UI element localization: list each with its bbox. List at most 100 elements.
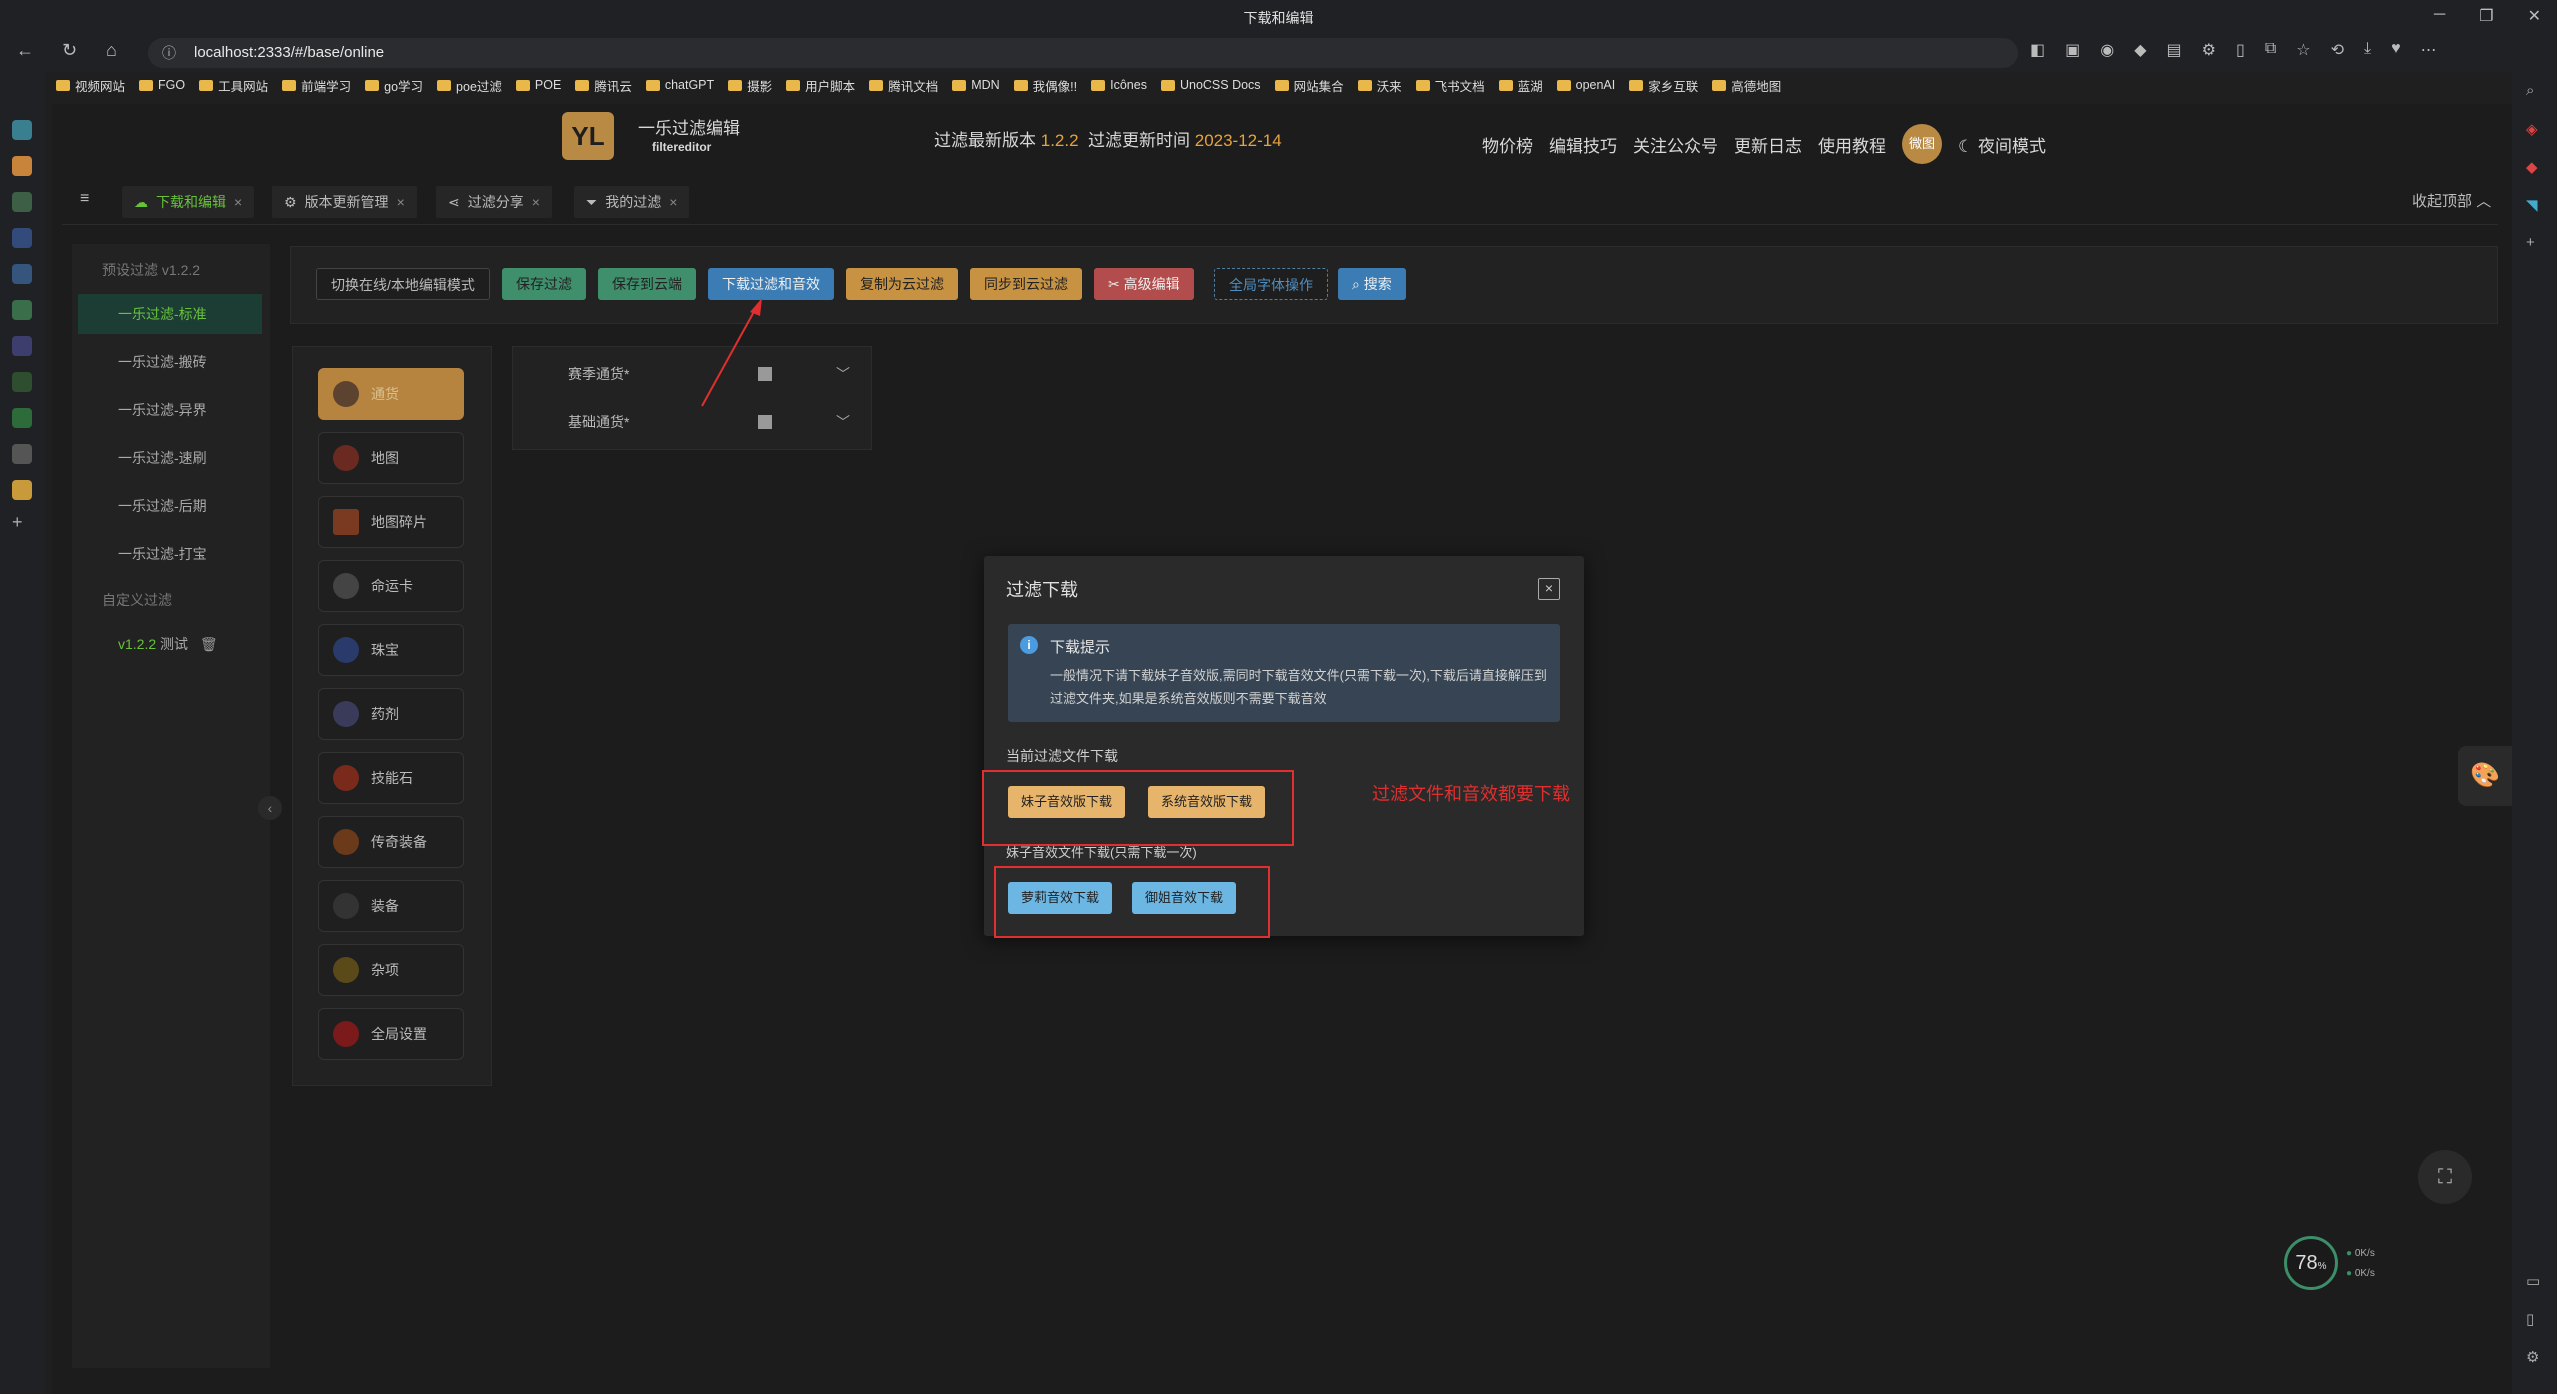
restore-icon[interactable]: ❐ — [2479, 6, 2493, 26]
settings-icon[interactable]: ⚙ — [2526, 1348, 2539, 1366]
category-global-settings[interactable]: 全局设置 — [318, 1008, 464, 1060]
tab-favicon-icon[interactable] — [12, 444, 32, 464]
extension-icon[interactable]: ◉ — [2100, 40, 2114, 60]
bookmark-item[interactable]: 腾讯云 — [575, 76, 632, 95]
sidebar-app-icon[interactable]: ◥ — [2526, 196, 2538, 214]
girl-sound-download-button[interactable]: 妹子音效版下载 — [1008, 786, 1126, 818]
nav-tutorial[interactable]: 使用教程 — [1818, 132, 1886, 157]
tab-favicon-icon[interactable] — [12, 192, 32, 212]
category-currency[interactable]: 通货 — [318, 368, 464, 420]
category-divination-card[interactable]: 命运卡 — [318, 560, 464, 612]
bookmark-item[interactable]: 高德地图 — [1712, 76, 1781, 95]
bookmark-item[interactable]: 沃来 — [1357, 76, 1402, 95]
bookmark-item[interactable]: Icônes — [1091, 78, 1147, 92]
custom-filter-item[interactable]: v1.2.2 测试 🗑 — [118, 634, 218, 654]
sidebar-item-otherworld[interactable]: 一乐过滤-异界 — [78, 390, 262, 430]
tab-favicon-icon[interactable] — [12, 228, 32, 248]
night-mode-toggle[interactable]: ☾ 夜间模式 — [1958, 132, 2046, 157]
nav-price-list[interactable]: 物价榜 — [1482, 132, 1533, 157]
new-tab-icon[interactable]: + — [12, 512, 32, 532]
category-jewel[interactable]: 珠宝 — [318, 624, 464, 676]
tab-favicon-icon[interactable] — [12, 480, 32, 500]
sidebar-app-icon[interactable]: ◈ — [2526, 120, 2538, 138]
system-sound-download-button[interactable]: 系统音效版下载 — [1148, 786, 1266, 818]
tab-favicon-icon[interactable] — [12, 336, 32, 356]
fullscreen-icon[interactable]: ⛶ — [2418, 1150, 2472, 1204]
extension-icon[interactable]: ▣ — [2065, 40, 2080, 60]
info-icon[interactable]: ⓘ — [162, 43, 176, 63]
tab-favicon-icon[interactable] — [12, 120, 32, 140]
nav-edit-tips[interactable]: 编辑技巧 — [1549, 132, 1617, 157]
close-icon[interactable]: × — [397, 194, 405, 210]
history-icon[interactable]: ⟲ — [2331, 40, 2344, 60]
subcategory-basic-currency[interactable]: 基础通货* — [568, 412, 629, 432]
bookmark-item[interactable]: 视频网站 — [56, 76, 125, 95]
category-map[interactable]: 地图 — [318, 432, 464, 484]
sister-sound-download-button[interactable]: 御姐音效下载 — [1132, 882, 1237, 914]
close-icon[interactable]: × — [532, 194, 540, 210]
tab-favicon-icon[interactable] — [12, 408, 32, 428]
sidebar-item-speed[interactable]: 一乐过滤-速刷 — [78, 438, 262, 478]
bookmark-item[interactable]: 腾讯文档 — [869, 76, 938, 95]
bookmark-item[interactable]: MDN — [952, 78, 1000, 92]
bookmark-item[interactable]: 用户脚本 — [786, 76, 855, 95]
switch-mode-button[interactable]: 切换在线/本地编辑模式 — [316, 268, 490, 300]
category-flask[interactable]: 药剂 — [318, 688, 464, 740]
extension-icon[interactable]: ◧ — [2030, 40, 2045, 60]
close-icon[interactable]: × — [1538, 578, 1560, 600]
advanced-edit-button[interactable]: ✂ 高级编辑 — [1094, 268, 1194, 300]
nav-follow-account[interactable]: 关注公众号 — [1633, 132, 1718, 157]
chevron-down-icon[interactable]: ﹀ — [836, 364, 850, 384]
bookmark-item[interactable]: 家乡互联 — [1629, 76, 1698, 95]
sidebar-item-loot[interactable]: 一乐过滤-打宝 — [78, 534, 262, 574]
address-field[interactable]: ⓘ localhost:2333/#/base/online — [148, 38, 2018, 68]
copy-cloud-button[interactable]: 复制为云过滤 — [846, 268, 958, 300]
bookmark-item[interactable]: chatGPT — [645, 78, 714, 92]
home-icon[interactable]: ⌂ — [106, 40, 117, 61]
tab-download-edit[interactable]: ☁ 下载和编辑 × — [122, 186, 255, 218]
search-icon[interactable]: ⌕ — [2526, 82, 2534, 99]
favorites-icon[interactable]: ☆ — [2296, 40, 2310, 60]
close-window-icon[interactable]: ✕ — [2528, 6, 2541, 26]
add-icon[interactable]: + — [2526, 234, 2535, 251]
tab-favicon-icon[interactable] — [12, 372, 32, 392]
more-icon[interactable]: ⋯ — [2421, 40, 2437, 60]
extension-icon[interactable]: ♥ — [2391, 40, 2401, 60]
subcategory-season-currency[interactable]: 赛季通货* — [568, 364, 629, 384]
font-ops-button[interactable]: 全局字体操作 — [1214, 268, 1328, 300]
tab-version-manage[interactable]: ⚙ 版本更新管理 × — [272, 186, 417, 218]
tab-filter-share[interactable]: ⋖ 过滤分享 × — [436, 186, 552, 218]
category-unique[interactable]: 传奇装备 — [318, 816, 464, 868]
collapse-top-button[interactable]: 收起顶部 ︿ — [2412, 190, 2491, 211]
sidebar-item-standard[interactable]: 一乐过滤-标准 — [78, 294, 262, 334]
tab-favicon-icon[interactable] — [12, 264, 32, 284]
minimize-icon[interactable]: ─ — [2434, 6, 2445, 26]
download-icon[interactable]: ⤓ — [2364, 40, 2371, 60]
bookmark-item[interactable]: openAI — [1556, 78, 1615, 92]
tab-favicon-icon[interactable] — [12, 156, 32, 176]
bookmark-item[interactable]: POE — [515, 78, 561, 92]
category-misc[interactable]: 杂项 — [318, 944, 464, 996]
chevron-down-icon[interactable]: ﹀ — [836, 412, 850, 432]
performance-meter[interactable]: 78% — [2284, 1236, 2338, 1290]
bookmark-item[interactable]: 工具网站 — [199, 76, 268, 95]
save-cloud-button[interactable]: 保存到云端 — [598, 268, 696, 300]
reload-icon[interactable]: ↻ — [62, 40, 77, 61]
category-gem[interactable]: 技能石 — [318, 752, 464, 804]
sidebar-app-icon[interactable]: ◆ — [2526, 158, 2538, 176]
url-text[interactable]: localhost:2333/#/base/online — [194, 44, 384, 61]
panel-icon[interactable]: ▯ — [2526, 1310, 2534, 1328]
extension-icon[interactable]: ⚙ — [2202, 40, 2216, 60]
list-icon[interactable] — [758, 415, 772, 429]
close-icon[interactable]: × — [234, 194, 242, 210]
extension-icon[interactable]: ◆ — [2134, 40, 2146, 60]
extension-icon[interactable]: ▯ — [2236, 40, 2245, 60]
extension-icon[interactable]: ▤ — [2167, 40, 2182, 60]
hamburger-icon[interactable]: ≡ — [80, 190, 89, 208]
bookmark-item[interactable]: go学习 — [365, 76, 423, 95]
tab-my-filter[interactable]: ⏷ 我的过滤 × — [574, 186, 690, 218]
bookmark-item[interactable]: 蓝湖 — [1498, 76, 1543, 95]
trash-icon[interactable]: 🗑 — [200, 636, 218, 652]
nav-changelog[interactable]: 更新日志 — [1734, 132, 1802, 157]
bookmark-item[interactable]: 我偶像!! — [1013, 76, 1077, 95]
